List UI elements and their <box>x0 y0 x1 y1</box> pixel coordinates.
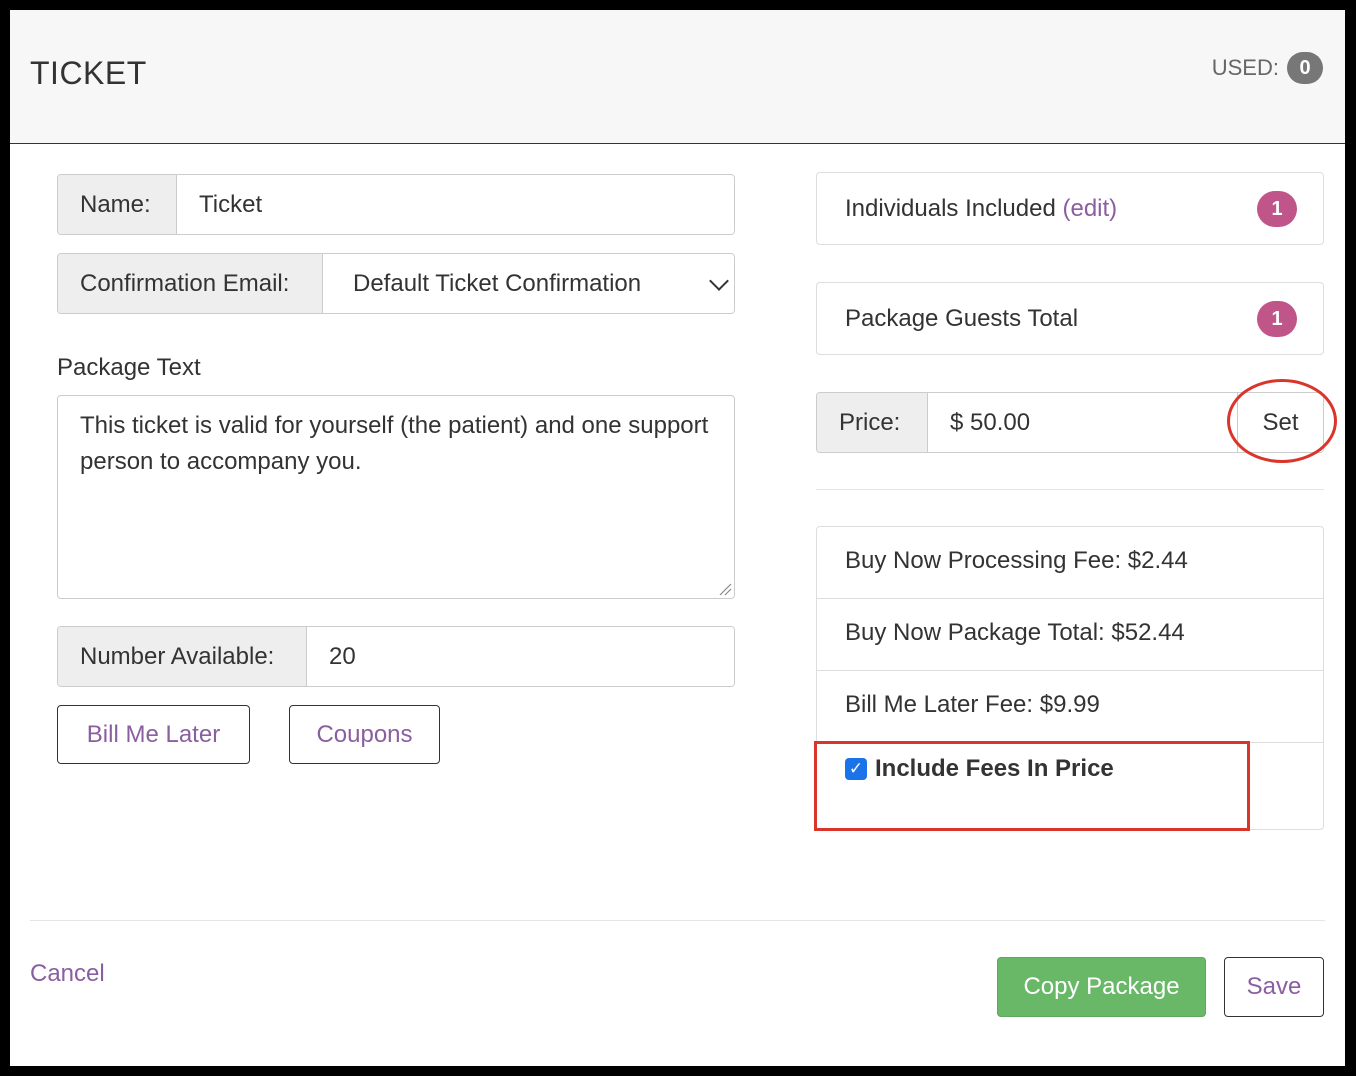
package-text-label: Package Text <box>57 354 201 381</box>
copy-package-button[interactable]: Copy Package <box>997 957 1206 1017</box>
package-guests-count-badge: 1 <box>1257 301 1297 337</box>
package-text-textarea[interactable]: This ticket is valid for yourself (the p… <box>57 395 735 599</box>
number-available-input[interactable]: 20 <box>307 627 734 686</box>
name-input[interactable]: Ticket <box>177 175 734 234</box>
right-divider <box>816 489 1324 490</box>
individuals-edit-link[interactable]: (edit) <box>1062 195 1117 222</box>
coupons-button[interactable]: Coupons <box>289 705 440 764</box>
cancel-link[interactable]: Cancel <box>30 960 105 988</box>
used-count-badge: 0 <box>1287 52 1323 84</box>
individuals-count-badge: 1 <box>1257 191 1297 227</box>
modal-title: TICKET <box>30 55 147 91</box>
confirmation-email-group: Confirmation Email: Default Ticket Confi… <box>57 253 735 314</box>
package-guests-label: Package Guests Total <box>845 305 1079 332</box>
used-indicator: USED: 0 <box>1212 52 1323 84</box>
bill-later-fee-text: Bill Me Later Fee: $9.99 <box>845 691 1100 718</box>
individuals-included-label: Individuals Included (edit) <box>845 195 1117 223</box>
package-total-text: Buy Now Package Total: $52.44 <box>845 619 1185 646</box>
processing-fee-text: Buy Now Processing Fee: $2.44 <box>845 547 1188 574</box>
number-available-group: Number Available: 20 <box>57 626 735 687</box>
chevron-down-icon <box>709 271 729 291</box>
name-input-group: Name: Ticket <box>57 174 735 235</box>
fees-list: Buy Now Processing Fee: $2.44 Buy Now Pa… <box>816 526 1324 830</box>
number-available-label: Number Available: <box>58 627 307 686</box>
bill-me-later-button[interactable]: Bill Me Later <box>57 705 250 764</box>
footer-divider <box>30 920 1325 921</box>
name-label: Name: <box>58 175 177 234</box>
package-text-value: This ticket is valid for yourself (the p… <box>80 412 709 475</box>
modal-header: TICKET USED: 0 <box>10 10 1345 144</box>
individuals-included-box: Individuals Included (edit) 1 <box>816 172 1324 245</box>
package-guests-box: Package Guests Total 1 <box>816 282 1324 355</box>
resize-grip-icon[interactable] <box>718 582 732 596</box>
individuals-included-text: Individuals Included <box>845 195 1056 222</box>
price-input-group: Price: $ 50.00 Set <box>816 392 1324 453</box>
set-price-button[interactable]: Set <box>1237 393 1323 452</box>
price-input[interactable]: $ 50.00 <box>928 393 1237 452</box>
package-total-row: Buy Now Package Total: $52.44 <box>817 599 1323 671</box>
confirmation-email-value: Default Ticket Confirmation <box>353 269 642 297</box>
include-fees-checkbox[interactable]: ✓ <box>845 758 867 780</box>
confirmation-email-label: Confirmation Email: <box>58 254 323 313</box>
processing-fee-row: Buy Now Processing Fee: $2.44 <box>817 527 1323 599</box>
used-label: USED: <box>1211 55 1279 80</box>
price-label: Price: <box>817 393 928 452</box>
bill-later-fee-row: Bill Me Later Fee: $9.99 <box>817 671 1323 743</box>
include-fees-label[interactable]: Include Fees In Price <box>875 755 1114 783</box>
include-fees-row: ✓ Include Fees In Price <box>845 755 1114 783</box>
save-button[interactable]: Save <box>1224 957 1324 1017</box>
package-modal: TICKET USED: 0 Name: Ticket Confirmation… <box>10 10 1345 1066</box>
confirmation-email-select[interactable]: Default Ticket Confirmation <box>323 254 734 313</box>
